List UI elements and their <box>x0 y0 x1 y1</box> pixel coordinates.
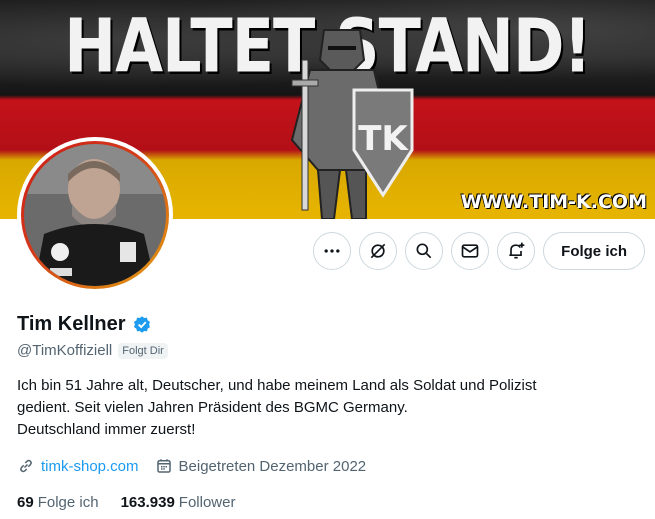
more-icon <box>324 249 340 253</box>
grok-button[interactable] <box>359 232 398 270</box>
following-count: 69 <box>17 494 34 511</box>
following-stat[interactable]: 69 Folge ich <box>17 494 99 511</box>
verified-badge-icon[interactable] <box>132 315 152 335</box>
calendar-icon <box>156 459 171 473</box>
follow-button[interactable]: Folge ich <box>543 232 645 270</box>
avatar-ring <box>21 141 169 289</box>
link-icon <box>20 459 32 473</box>
knight-illustration: TK <box>290 29 414 219</box>
search-icon <box>416 243 432 259</box>
following-label: Folge ich <box>37 494 99 511</box>
message-button[interactable] <box>451 232 490 270</box>
grok-icon <box>370 243 386 259</box>
message-icon <box>461 244 479 258</box>
notify-button[interactable] <box>497 232 536 270</box>
more-button[interactable] <box>313 232 352 270</box>
followers-count: 163.939 <box>120 494 175 511</box>
notify-icon <box>509 242 525 259</box>
avatar[interactable] <box>17 137 173 293</box>
followers-stat[interactable]: 163.939 Follower <box>121 494 236 511</box>
joined-item: Beigetreten Dezember 2022 <box>155 457 367 475</box>
website-item: timk-shop.com <box>17 457 139 475</box>
banner-url: WWW.TIM-K.COM <box>460 191 647 213</box>
user-handle: @TimKoffiziell <box>17 342 113 359</box>
search-button[interactable] <box>405 232 444 270</box>
followers-label: Follower <box>178 494 236 511</box>
bio-line: gedient. Seit vielen Jahren Präsident de… <box>17 399 408 416</box>
emblem-text: TK <box>358 119 409 159</box>
display-name: Tim Kellner <box>17 313 126 335</box>
website-link[interactable]: timk-shop.com <box>41 458 139 475</box>
profile-actions: Folge ich <box>313 232 645 270</box>
name-row: Tim Kellner <box>17 313 152 336</box>
bio-line: Deutschland immer zuerst! <box>17 421 196 438</box>
joined-date: Beigetreten Dezember 2022 <box>178 457 367 475</box>
follows-you-badge: Folgt Dir <box>118 342 168 359</box>
profile-meta: timk-shop.com Beigetreten Dezember 2022 <box>17 457 366 475</box>
profile-bio: Ich bin 51 Jahre alt, Deutscher, und hab… <box>17 375 637 441</box>
handle-row: @TimKoffiziell Folgt Dir <box>17 342 168 359</box>
profile-stats: 69 Folge ich 163.939 Follower <box>17 494 235 511</box>
bio-line: Ich bin 51 Jahre alt, Deutscher, und hab… <box>17 377 537 394</box>
avatar-photo <box>24 144 166 286</box>
